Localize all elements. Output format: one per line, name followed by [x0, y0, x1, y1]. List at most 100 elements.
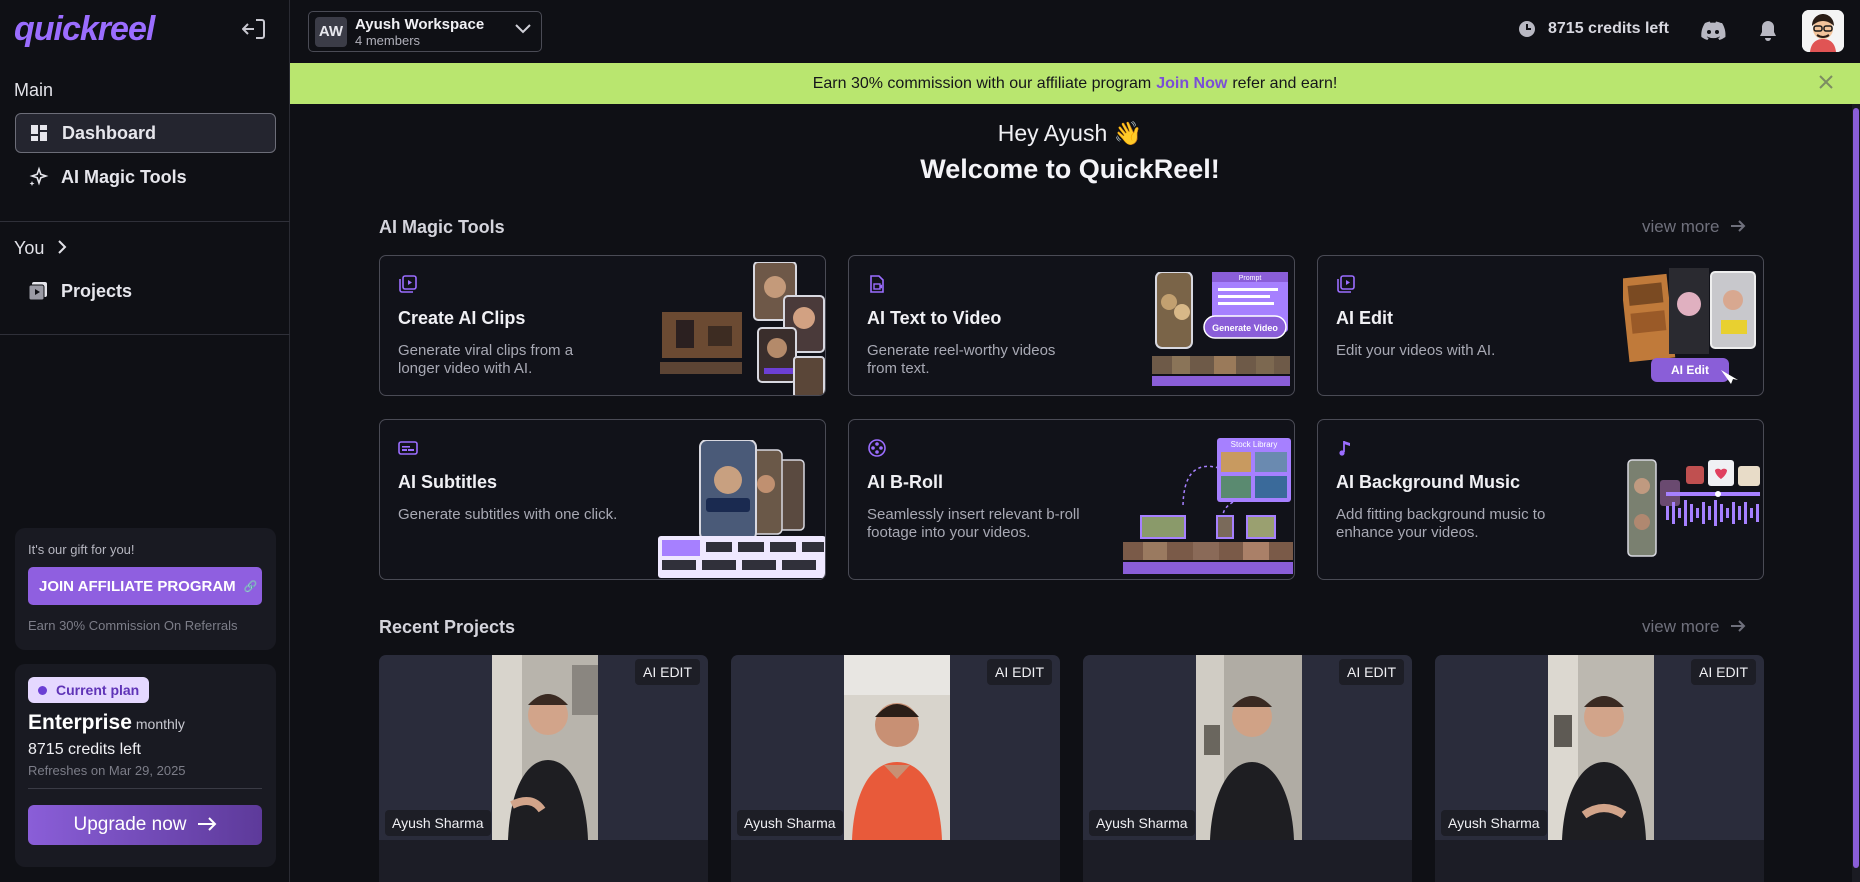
project-card[interactable]: AI EDIT Ayush Sharma: [379, 655, 708, 882]
project-owner: Ayush Sharma: [737, 810, 843, 836]
ai-edit-badge: AI EDIT: [634, 659, 700, 685]
workspace-switcher[interactable]: AW Ayush Workspace 4 members: [308, 11, 542, 52]
page-title: Welcome to QuickReel!: [920, 154, 1220, 184]
plan-refresh-date: Refreshes on Mar 29, 2025: [28, 763, 186, 778]
workspace-name: Ayush Workspace: [355, 15, 485, 33]
workspace-members: 4 members: [355, 32, 421, 48]
plan-credits: 8715 credits left: [28, 741, 141, 758]
workspace-avatar: AW: [315, 16, 347, 47]
project-card-footer: [731, 840, 1060, 882]
credits-text: 8715 credits left: [1548, 20, 1669, 37]
banner-join-link[interactable]: Join Now: [1156, 75, 1227, 93]
scrollbar-thumb[interactable]: [1853, 108, 1859, 868]
sidebar-divider: [0, 221, 290, 222]
ai-edit-badge: AI EDIT: [1338, 659, 1404, 685]
project-owner: Ayush Sharma: [1441, 810, 1547, 836]
subtitles-icon: [398, 438, 418, 458]
tool-title: AI Background Music: [1336, 472, 1521, 492]
text-to-video-preview-art: Generate Video Prompt: [1152, 271, 1292, 392]
tool-description: Add fitting background music to enhance …: [1336, 506, 1546, 541]
link-icon: 🔗: [243, 580, 258, 593]
tool-title: Create AI Clips: [398, 308, 526, 328]
ai-edit-badge: AI EDIT: [1690, 659, 1756, 685]
user-avatar[interactable]: [1802, 10, 1844, 52]
banner-text-after: refer and earn!: [1232, 74, 1338, 92]
ai-edit-preview-art: AI Edit: [1620, 264, 1763, 395]
chevron-down-icon: [515, 21, 531, 37]
section-you-label: You: [14, 238, 45, 258]
section-you-toggle[interactable]: You: [14, 238, 67, 259]
sidebar-item-label: Dashboard: [62, 122, 157, 143]
upgrade-button[interactable]: Upgrade now: [28, 805, 262, 845]
bell-icon[interactable]: [1755, 18, 1781, 44]
sidebar-item-projects[interactable]: Projects: [15, 271, 276, 311]
sidebar-divider: [0, 334, 290, 335]
subtitles-preview-art: [658, 439, 825, 579]
view-more-tools-link[interactable]: view more: [1642, 217, 1746, 237]
project-thumbnail: [1196, 655, 1302, 840]
tool-card-create-ai-clips[interactable]: Create AI Clips Generate viral clips fro…: [379, 255, 826, 396]
project-card-footer: [379, 840, 708, 882]
ai-edit-badge: AI EDIT: [986, 659, 1052, 685]
banner-text-before: Earn 30% commission with our affiliate p…: [812, 74, 1152, 92]
greeting: Hey Ayush 👋: [997, 120, 1143, 146]
arrow-right-icon: [197, 814, 217, 837]
tool-title: AI Text to Video: [867, 308, 1002, 328]
video-edit-icon: [1336, 274, 1356, 294]
view-more-projects-link[interactable]: view more: [1642, 617, 1746, 637]
tool-description: Generate reel-worthy videos from text.: [867, 342, 1056, 377]
stock-library-label: Stock Library: [1231, 440, 1278, 449]
gift-title: It's our gift for you!: [28, 542, 135, 557]
tool-description: Edit your videos with AI.: [1336, 342, 1496, 359]
projects-icon: [27, 280, 49, 302]
film-reel-icon: [867, 438, 887, 458]
dashboard-icon: [28, 122, 50, 144]
join-affiliate-label: JOIN AFFILIATE PROGRAM: [39, 577, 236, 595]
project-thumbnail: [492, 655, 598, 840]
sidebar-item-label: Projects: [61, 280, 133, 301]
tool-card-ai-subtitles[interactable]: AI Subtitles Generate subtitles with one…: [379, 419, 826, 580]
arrow-right-icon: [1730, 617, 1746, 636]
credits-indicator: 8715 credits left: [1518, 20, 1669, 38]
generate-video-label: Generate Video: [1212, 323, 1278, 333]
sparkle-icon: [27, 166, 49, 188]
sidebar-item-dashboard[interactable]: Dashboard: [15, 113, 276, 153]
arrow-right-icon: [1730, 217, 1746, 236]
ai-tools-section-title: AI Magic Tools: [379, 217, 505, 237]
close-icon[interactable]: [1818, 73, 1834, 96]
logo[interactable]: quickreel: [14, 10, 155, 49]
dot-icon: [38, 685, 47, 695]
project-owner: Ayush Sharma: [1089, 810, 1195, 836]
tool-title: AI Edit: [1336, 308, 1393, 328]
music-note-icon: [1336, 438, 1356, 458]
recent-projects-title: Recent Projects: [379, 617, 516, 637]
tool-card-ai-edit[interactable]: AI Edit Edit your videos with AI. AI Edi…: [1317, 255, 1764, 396]
b-roll-preview-art: Stock Library: [1123, 438, 1294, 579]
view-more-label: view more: [1642, 617, 1720, 636]
join-affiliate-button[interactable]: JOIN AFFILIATE PROGRAM 🔗: [28, 567, 262, 605]
plan-cycle: monthly: [135, 716, 185, 732]
plan-title: Enterprise: [28, 711, 132, 734]
tool-description: Generate subtitles with one click.: [398, 506, 618, 523]
sidebar-item-ai-magic-tools[interactable]: AI Magic Tools: [15, 157, 276, 197]
affiliate-gift-card: It's our gift for you! JOIN AFFILIATE PR…: [15, 528, 276, 650]
plan-card: Current plan Enterprise monthly 8715 cred…: [15, 664, 276, 867]
project-card[interactable]: AI EDIT Ayush Sharma: [1435, 655, 1764, 882]
tool-card-ai-background-music[interactable]: AI Background Music Add fitting backgrou…: [1317, 419, 1764, 580]
affiliate-banner: Earn 30% commission with our affiliate p…: [290, 63, 1860, 104]
tool-description: Generate viral clips from a longer video…: [398, 342, 574, 377]
current-plan-badge: Current plan: [28, 677, 150, 703]
prompt-label: Prompt: [1239, 275, 1262, 282]
section-main-label: Main: [14, 80, 54, 100]
clips-preview-art: [660, 261, 825, 395]
ai-edit-art-label: AI Edit: [1671, 363, 1709, 377]
project-card[interactable]: AI EDIT Ayush Sharma: [1083, 655, 1412, 882]
discord-icon[interactable]: [1700, 18, 1726, 44]
clock-icon: [1518, 20, 1536, 38]
collapse-sidebar-icon[interactable]: [240, 18, 268, 44]
project-card[interactable]: AI EDIT Ayush Sharma: [731, 655, 1060, 882]
project-owner: Ayush Sharma: [385, 810, 491, 836]
tool-card-ai-b-roll[interactable]: AI B-Roll Seamlessly insert relevant b-r…: [848, 419, 1295, 580]
tool-card-ai-text-to-video[interactable]: AI Text to Video Generate reel-worthy vi…: [848, 255, 1295, 396]
app-root: quickreel Main Dashboard AI Magic Tools …: [0, 0, 1860, 882]
